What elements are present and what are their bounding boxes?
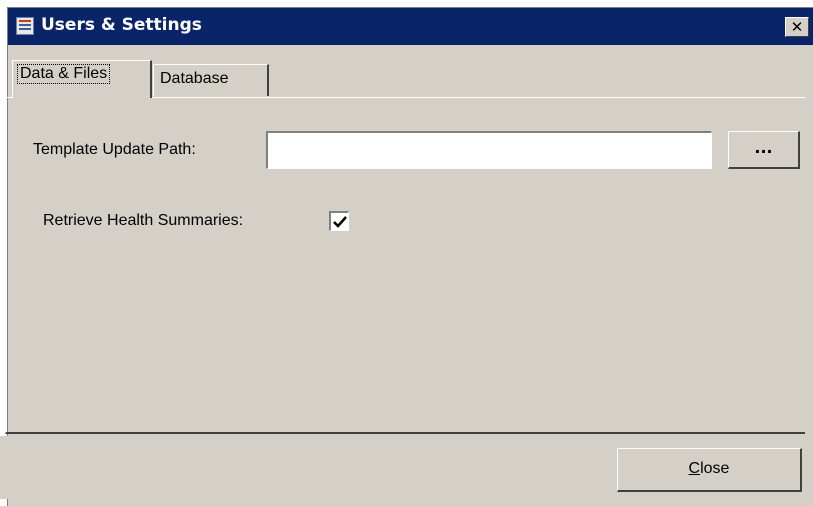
- tab-data-files-label: Data & Files: [17, 64, 111, 84]
- close-label-rest: lose: [700, 460, 730, 477]
- title-bar: Users & Settings ✕: [8, 8, 813, 45]
- close-mnemonic: C: [688, 460, 701, 477]
- retrieve-health-summaries-checkbox[interactable]: [329, 211, 349, 231]
- tab-database[interactable]: Database: [153, 64, 269, 96]
- close-button[interactable]: Close: [617, 448, 802, 492]
- template-update-path-input[interactable]: [266, 131, 712, 169]
- tab-data-files[interactable]: Data & Files: [12, 60, 152, 98]
- settings-window-icon: [16, 17, 34, 35]
- tab-database-label: Database: [160, 70, 229, 87]
- browse-button[interactable]: ...: [728, 131, 800, 169]
- retrieve-health-summaries-label: Retrieve Health Summaries:: [43, 212, 244, 229]
- close-window-button[interactable]: ✕: [785, 17, 809, 37]
- window-title: Users & Settings: [41, 15, 202, 35]
- close-icon: ✕: [790, 18, 804, 36]
- checkmark-icon: [333, 216, 347, 228]
- template-update-path-label: Template Update Path:: [33, 141, 196, 158]
